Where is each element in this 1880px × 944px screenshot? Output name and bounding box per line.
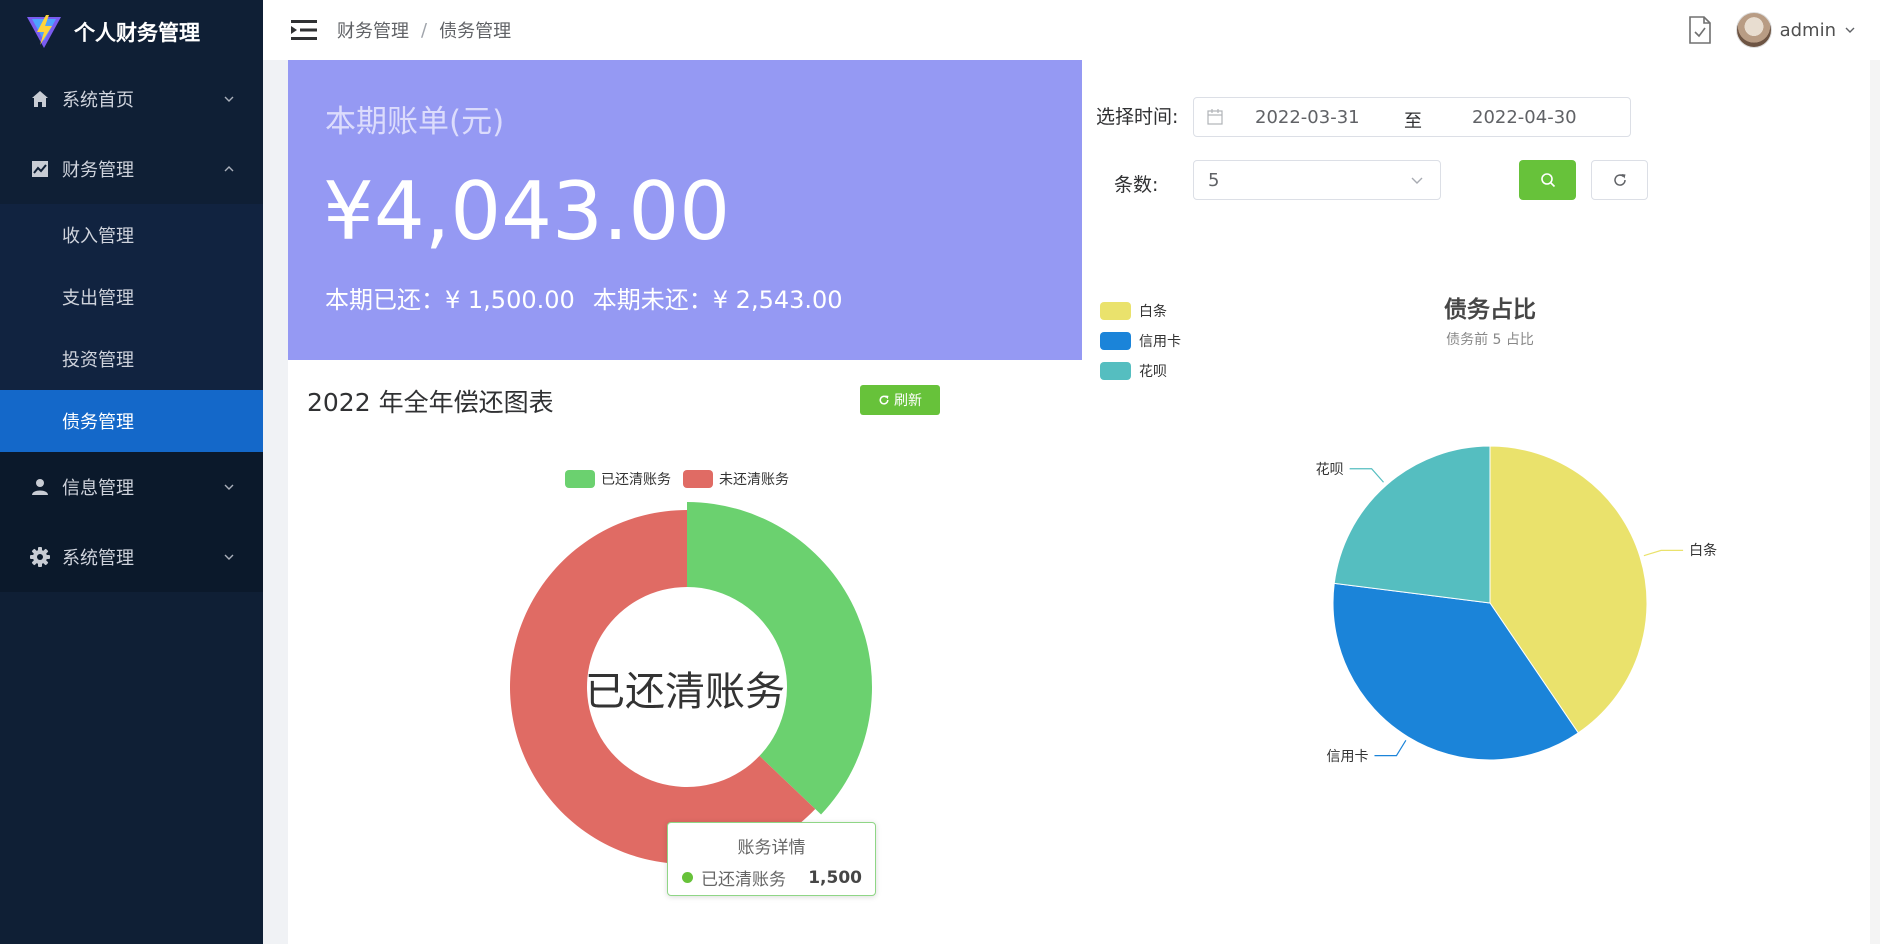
- count-select[interactable]: 5: [1193, 160, 1441, 200]
- legend-swatch: [683, 470, 713, 488]
- legend-swatch: [1100, 332, 1131, 350]
- legend-item-credit-card[interactable]: 信用卡: [1100, 326, 1181, 356]
- tooltip-title: 账务详情: [737, 838, 806, 858]
- avatar[interactable]: [1735, 12, 1772, 48]
- legend-item-huabei[interactable]: 花呗: [1100, 356, 1181, 386]
- sidebar-item-label: 信息管理: [62, 478, 134, 499]
- legend-item-paid[interactable]: 已还清账务: [565, 469, 671, 489]
- sidebar-item-investment[interactable]: 投资管理: [0, 328, 263, 390]
- chart-tooltip: 账务详情 已还清账务 1,500: [667, 822, 876, 896]
- sidebar-item-info[interactable]: 信息管理: [0, 452, 263, 522]
- legend-label: 信用卡: [1139, 334, 1181, 350]
- debt-legend: 白条 信用卡 花呗: [1100, 296, 1181, 386]
- chevron-down-icon: [224, 96, 234, 102]
- sidebar-item-income[interactable]: 收入管理: [0, 204, 263, 266]
- pie-leader-line: [1374, 739, 1407, 757]
- document-check-icon[interactable]: [1688, 16, 1712, 44]
- bill-title: 本期账单(元): [325, 104, 505, 140]
- legend-label: 花呗: [1139, 364, 1167, 380]
- search-button[interactable]: [1519, 160, 1576, 200]
- sidebar-item-finance[interactable]: 财务管理: [0, 134, 263, 204]
- sidebar-item-home[interactable]: 系统首页: [0, 64, 263, 134]
- chevron-down-icon[interactable]: [1844, 24, 1856, 36]
- bill-amount: ¥4,043.00: [323, 165, 731, 258]
- breadcrumb-separator: /: [421, 19, 428, 41]
- logo-icon: [27, 15, 61, 48]
- date-range-separator: 至: [1404, 111, 1422, 132]
- start-date-input[interactable]: 2022-03-31: [1255, 107, 1360, 128]
- bill-unpaid: 本期未还：¥ 2,543.00: [592, 286, 843, 314]
- breadcrumb: 财务管理 / 债务管理: [337, 17, 511, 43]
- home-icon: [30, 89, 50, 109]
- refresh-icon: [879, 395, 889, 405]
- tooltip-marker: [682, 872, 693, 883]
- tooltip-value: 1,500: [808, 867, 862, 888]
- breadcrumb-item-finance[interactable]: 财务管理: [337, 17, 409, 43]
- sidebar-item-expense[interactable]: 支出管理: [0, 266, 263, 328]
- chevron-down-icon: [1411, 177, 1423, 184]
- legend-swatch: [1100, 362, 1131, 380]
- pie-label: 信用卡: [1326, 748, 1369, 765]
- time-label: 选择时间:: [1096, 106, 1179, 128]
- scrollbar[interactable]: [1870, 60, 1880, 944]
- end-date-input[interactable]: 2022-04-30: [1472, 107, 1577, 128]
- legend-swatch: [565, 470, 595, 488]
- count-select-value: 5: [1208, 170, 1220, 191]
- bill-card: 本期账单(元) ¥4,043.00 本期已还：¥ 1,500.00 本期未还：¥…: [288, 60, 1082, 360]
- legend-label: 已还清账务: [601, 472, 671, 488]
- sidebar-lower: 信息管理 系统管理: [0, 452, 263, 592]
- chevron-down-icon: [224, 484, 234, 490]
- debt-chart-subtitle: 债务前 5 占比: [1446, 332, 1534, 348]
- search-icon: [1540, 173, 1555, 188]
- pie-slice-2[interactable]: [1333, 445, 1491, 604]
- breadcrumb-item-debt: 债务管理: [439, 21, 512, 42]
- user-name[interactable]: admin: [1780, 20, 1836, 41]
- tooltip-row: 已还清账务 1,500: [682, 865, 862, 890]
- chevron-down-icon: [224, 554, 234, 560]
- bill-paid: 本期已还：¥ 1,500.00: [325, 286, 575, 314]
- sidebar-item-system[interactable]: 系统管理: [0, 522, 263, 592]
- top-header: 财务管理 / 债务管理 admin: [263, 0, 1880, 60]
- tooltip-series: 已还清账务: [701, 870, 786, 890]
- brand: 个人财务管理: [0, 0, 263, 64]
- sidebar: 个人财务管理 系统首页 财务管理 收入管理 支出管理 投资管理 债务管理 信息管…: [0, 0, 263, 944]
- finance-submenu: 收入管理 支出管理 投资管理 债务管理: [0, 204, 263, 452]
- reset-button[interactable]: [1591, 160, 1648, 200]
- app-title: 个人财务管理: [74, 21, 200, 45]
- chevron-up-icon: [224, 166, 234, 172]
- pie-leader-line: [1643, 549, 1684, 557]
- donut-center-label: 已还清账务: [585, 669, 785, 715]
- sidebar-item-label: 系统管理: [62, 548, 134, 569]
- count-label: 条数:: [1114, 174, 1159, 196]
- header-right: admin: [1688, 0, 1856, 60]
- debt-chart-title: 债务占比: [1444, 297, 1536, 323]
- legend-label: 白条: [1139, 304, 1167, 320]
- refresh-button-label: 刷新: [894, 393, 922, 409]
- sidebar-item-label: 系统首页: [62, 90, 134, 111]
- legend-item-unpaid[interactable]: 未还清账务: [683, 469, 789, 489]
- menu-toggle-icon[interactable]: [291, 19, 317, 41]
- chart-icon: [30, 159, 50, 179]
- legend-label: 未还清账务: [719, 472, 789, 488]
- pie-leader-line: [1349, 468, 1384, 483]
- pie-label: 白条: [1689, 543, 1718, 560]
- sidebar-item-debt[interactable]: 债务管理: [0, 390, 263, 452]
- legend-item-baitiao[interactable]: 白条: [1100, 296, 1181, 326]
- legend-swatch: [1100, 302, 1131, 320]
- refresh-button[interactable]: 刷新: [860, 385, 940, 415]
- calendar-icon: [1207, 109, 1223, 125]
- repayment-chart-title: 2022 年全年偿还图表: [307, 388, 554, 417]
- pie-label: 花呗: [1315, 461, 1344, 478]
- repayment-legend: 已还清账务 未还清账务: [565, 469, 801, 489]
- refresh-icon: [1613, 174, 1626, 186]
- gear-icon: [30, 547, 50, 567]
- sidebar-item-label: 财务管理: [62, 160, 134, 181]
- debt-pie-chart: [1332, 445, 1684, 761]
- user-icon: [30, 477, 50, 497]
- bill-summary: 本期已还：¥ 1,500.00 本期未还：¥ 2,543.00: [325, 280, 843, 315]
- date-range-picker[interactable]: 2022-03-31 至 2022-04-30: [1193, 97, 1631, 137]
